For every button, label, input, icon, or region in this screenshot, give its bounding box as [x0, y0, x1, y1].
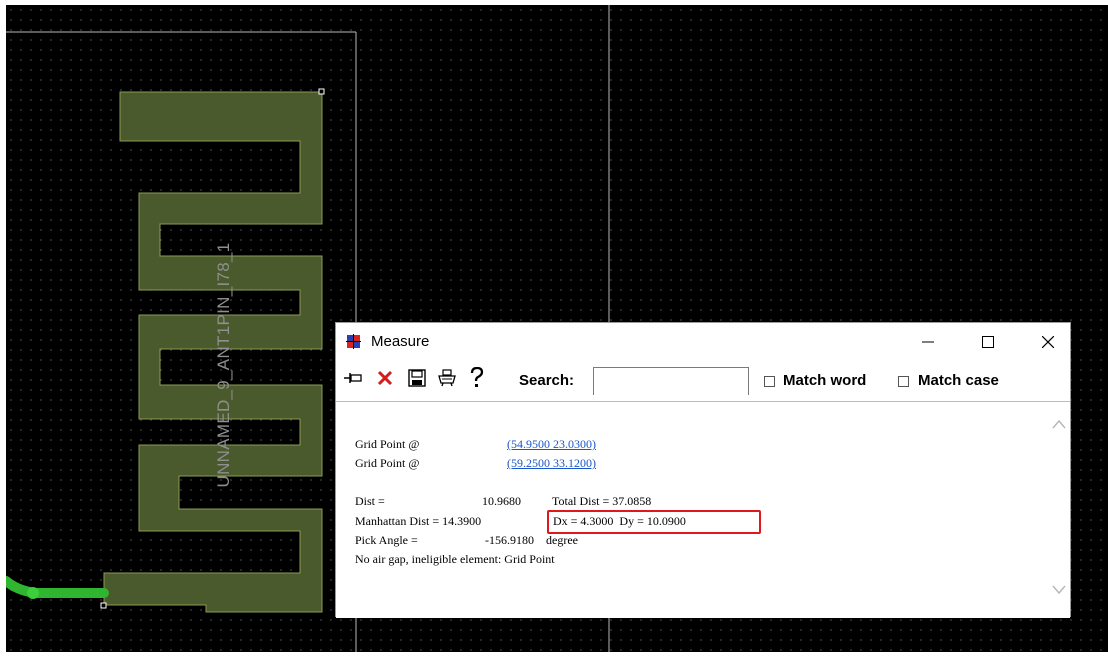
- toolbar: Search: Match word Match case: [336, 361, 1070, 401]
- green-route-trace[interactable]: [6, 576, 109, 598]
- total-dist: Total Dist = 37.0858: [552, 494, 652, 508]
- dist-value: 10.9680: [482, 494, 521, 508]
- air-gap-note: No air gap, ineligible element: Grid Poi…: [355, 552, 555, 566]
- route-via[interactable]: [27, 587, 39, 599]
- minimize-button[interactable]: [908, 329, 948, 355]
- scroll-down-icon[interactable]: [1052, 584, 1066, 596]
- measure-results[interactable]: Grid Point @ (54.9500 23.0300) Grid Poin…: [336, 401, 1070, 618]
- match-case-checkbox[interactable]: [898, 376, 909, 387]
- app-icon: [346, 334, 361, 349]
- meander-antenna-trace[interactable]: [103, 91, 323, 613]
- match-case-label[interactable]: Match case: [918, 372, 999, 389]
- clear-button[interactable]: [374, 365, 396, 391]
- maximize-icon: [982, 336, 994, 348]
- grid-point-label: Grid Point @: [355, 456, 420, 470]
- grid-point-label: Grid Point @: [355, 437, 420, 451]
- measure-dialog[interactable]: Measure Search: Match word Match case Gr…: [335, 322, 1071, 618]
- save-icon: [408, 369, 426, 387]
- close-button[interactable]: [1028, 329, 1068, 355]
- search-label: Search:: [519, 372, 575, 389]
- measure-point-marker[interactable]: [318, 88, 325, 95]
- title-bar[interactable]: Measure: [336, 323, 1070, 361]
- maximize-button[interactable]: [968, 329, 1008, 355]
- help-icon: [470, 367, 484, 387]
- print-button[interactable]: [436, 365, 458, 391]
- close-icon: [1042, 336, 1054, 348]
- scroll-up-icon[interactable]: [1052, 418, 1066, 430]
- search-input[interactable]: [593, 367, 749, 395]
- print-icon: [438, 369, 456, 387]
- pin-button[interactable]: [342, 365, 364, 391]
- pick-angle-label: Pick Angle =: [355, 533, 418, 547]
- ref-designator-label: UNNAMED_9_ANT1PIN_I78_1: [214, 242, 233, 488]
- grid-point-link[interactable]: (54.9500 23.0300): [507, 437, 596, 452]
- manhattan-dist: Manhattan Dist = 14.3900: [355, 514, 482, 528]
- dialog-title: Measure: [371, 333, 430, 350]
- delete-x-icon: [377, 370, 393, 386]
- measure-point-marker[interactable]: [100, 602, 107, 609]
- match-word-label[interactable]: Match word: [783, 372, 866, 389]
- pin-icon: [344, 373, 362, 383]
- pick-angle-unit: degree: [546, 533, 578, 547]
- dist-label: Dist =: [355, 494, 385, 508]
- help-button[interactable]: [466, 365, 488, 391]
- pick-angle-value: -156.9180: [485, 533, 534, 547]
- match-word-checkbox[interactable]: [764, 376, 775, 387]
- grid-point-link[interactable]: (59.2500 33.1200): [507, 456, 596, 471]
- minimize-icon: [922, 341, 934, 343]
- dx-dy-highlight-box: [547, 510, 761, 534]
- save-button[interactable]: [406, 365, 428, 391]
